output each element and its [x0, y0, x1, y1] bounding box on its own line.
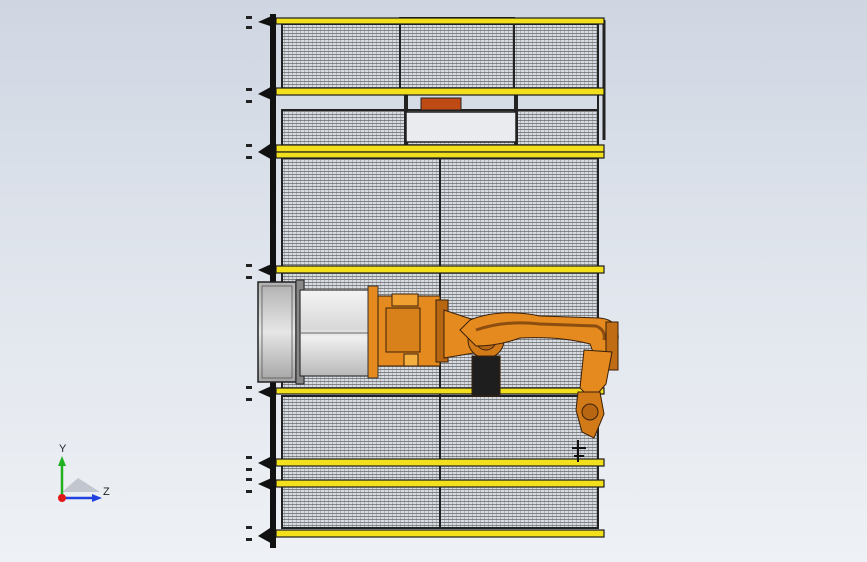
robot-base: [257, 279, 379, 385]
cad-graphics-viewport[interactable]: Y Z: [0, 0, 867, 562]
post-brackets: [258, 14, 276, 548]
post-tags: [246, 16, 252, 541]
z-axis-label: Z: [103, 486, 110, 498]
robot-cell-model[interactable]: [0, 0, 867, 562]
y-axis-label: Y: [59, 443, 67, 455]
